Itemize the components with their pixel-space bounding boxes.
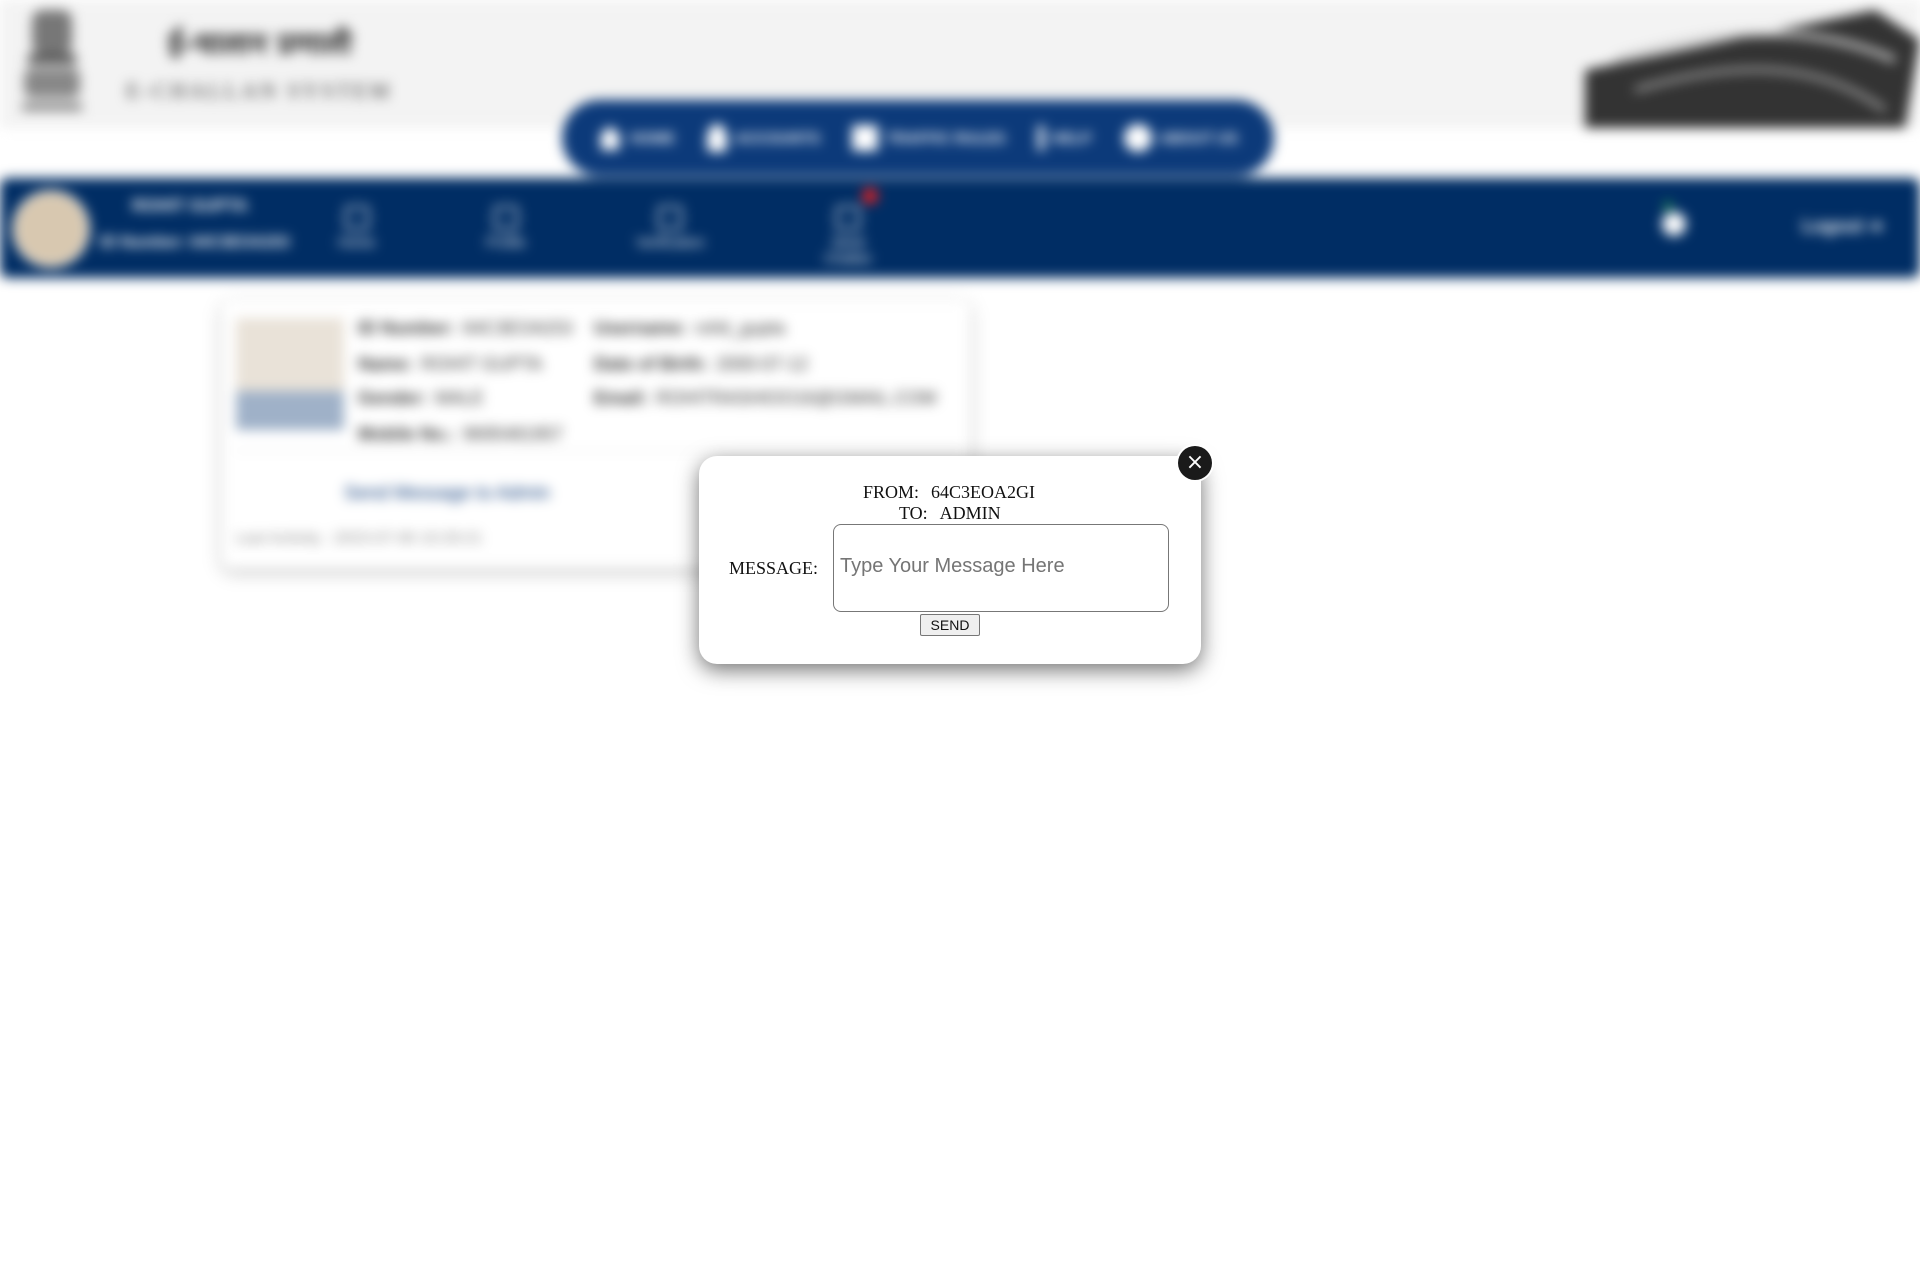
sign-icon xyxy=(852,125,879,151)
profile-id-number: ID Number: 64C3EOA2GI xyxy=(358,318,574,338)
info-icon xyxy=(1123,124,1152,152)
main-nav: HOME ACCOUNTS TRAFFIC RULES HELP ABOUT U… xyxy=(562,100,1274,176)
profile-email: Email: ROHITRASHIOO16@GMAIL.COM xyxy=(594,388,937,408)
home-icon xyxy=(344,206,369,230)
nav-home[interactable]: HOME xyxy=(598,126,675,150)
nav-help[interactable]: HELP xyxy=(1037,125,1092,151)
notification-badge xyxy=(862,188,878,204)
online-status-dot xyxy=(1664,202,1672,210)
user-id-number: ID Number: 64C3EOA2GI xyxy=(100,234,290,251)
nav-accounts[interactable]: ACCOUNTS xyxy=(707,124,820,152)
user-name: ROHIT GUPTA xyxy=(132,196,248,215)
home-icon xyxy=(598,126,623,150)
userbar-item-send-challan[interactable]: Send Challan xyxy=(818,206,878,266)
profile-icon xyxy=(493,206,518,230)
logout-button[interactable]: Logout ➜ xyxy=(1802,216,1883,237)
person-icon xyxy=(707,124,728,152)
send-message-to-admin-button[interactable]: Send Message to Admin xyxy=(312,472,582,516)
from-label: FROM: xyxy=(863,482,920,502)
send-message-modal: FROM: 64C3EOA2GI TO: ADMIN MESSAGE: SEND xyxy=(699,456,1201,664)
nav-about-label: ABOUT US xyxy=(1159,129,1238,147)
close-icon[interactable]: × xyxy=(1178,446,1212,480)
userbar-item-profile[interactable]: Profile xyxy=(486,206,526,250)
avatar[interactable] xyxy=(12,190,90,268)
send-button[interactable]: SEND xyxy=(920,614,980,636)
userbar-item-home[interactable]: Home xyxy=(338,206,375,250)
from-row: FROM: 64C3EOA2GI xyxy=(863,482,1035,503)
national-emblem-logo xyxy=(22,10,82,110)
verify-icon xyxy=(658,206,683,230)
to-label: TO: xyxy=(899,503,928,523)
userbar-send-challan-label: Send Challan xyxy=(824,234,872,266)
to-value: ADMIN xyxy=(939,503,1001,523)
nav-accounts-label: ACCOUNTS xyxy=(735,129,821,147)
userbar-home-label: Home xyxy=(338,234,376,250)
site-title-hindi: ई-चालान प्रणाली xyxy=(168,27,352,62)
nav-about[interactable]: ABOUT US xyxy=(1123,124,1238,152)
userbar-profile-label: Profile xyxy=(486,234,526,250)
profile-name: Name: ROHIT GUPTA xyxy=(358,354,543,374)
nav-traffic-rules[interactable]: TRAFFIC RULES xyxy=(852,125,1005,151)
profile-username: Username: rohit_gupta xyxy=(594,318,786,338)
settings-icon[interactable] xyxy=(1662,212,1686,236)
profile-gender: Gender: MALE xyxy=(358,388,485,408)
challan-icon xyxy=(836,206,860,230)
road-banner-image xyxy=(1585,10,1920,128)
userbar-item-verification[interactable]: Verification xyxy=(636,206,704,250)
profile-dob: Date of Birth: 2000-07-12 xyxy=(594,354,809,374)
last-activity: Last Activity : 2023-07-06 10:29:21 xyxy=(236,530,483,547)
profile-mobile: Mobile No.: 9695481957 xyxy=(358,424,564,444)
nav-help-label: HELP xyxy=(1051,129,1092,147)
help-icon xyxy=(1037,125,1044,151)
userbar-verification-label: Verification xyxy=(636,234,705,250)
message-input[interactable] xyxy=(833,524,1169,612)
nav-home-label: HOME xyxy=(630,129,676,147)
nav-traffic-rules-label: TRAFFIC RULES xyxy=(886,129,1006,147)
to-row: TO: ADMIN xyxy=(899,503,1001,524)
profile-photo xyxy=(236,318,344,430)
from-value: 64C3EOA2GI xyxy=(931,482,1036,502)
site-title-english: E-CHALLAN SYSTEM xyxy=(126,78,393,103)
message-label: MESSAGE: xyxy=(729,558,819,578)
card-divider xyxy=(234,450,958,451)
user-bar: ROHIT GUPTA ID Number: 64C3EOA2GI Home P… xyxy=(0,178,1920,278)
